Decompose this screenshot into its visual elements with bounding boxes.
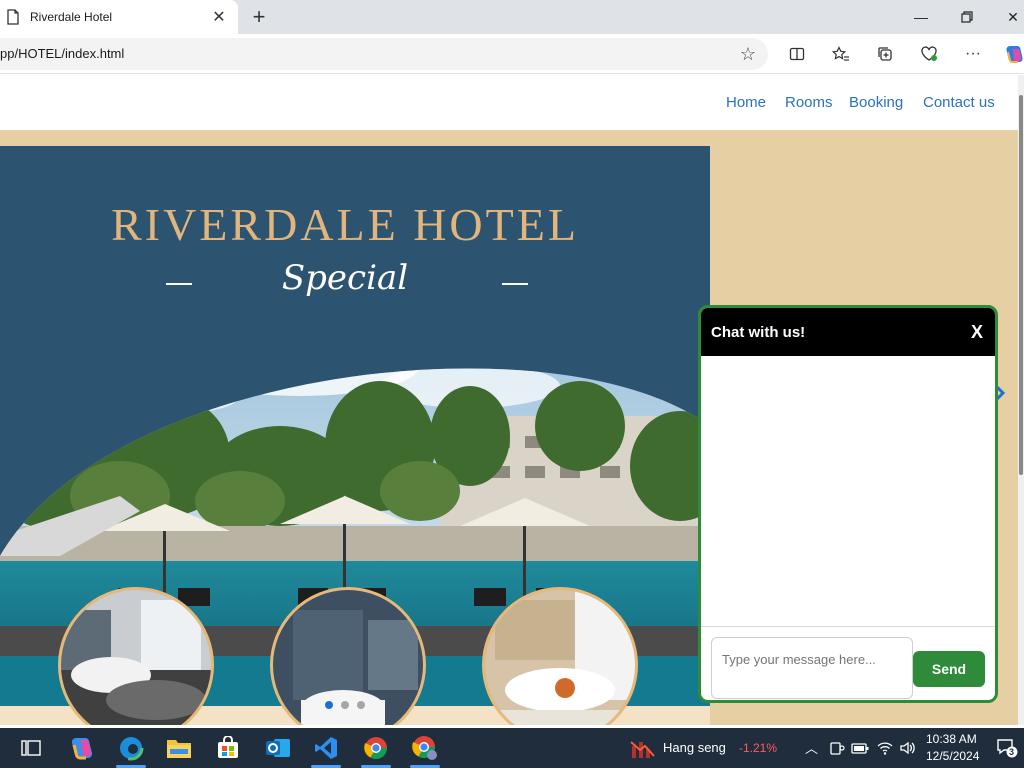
stock-name[interactable]: Hang seng: [663, 740, 726, 755]
device-icon[interactable]: [829, 740, 845, 756]
tab-title: Riverdale Hotel: [30, 10, 113, 24]
chrome-profile-icon[interactable]: [409, 732, 441, 764]
edge-taskbar-icon[interactable]: [115, 732, 147, 764]
volume-icon[interactable]: [899, 740, 917, 756]
chat-message-input[interactable]: [711, 637, 913, 699]
chat-header: Chat with us! X: [701, 308, 995, 356]
title-dash-right: [502, 283, 528, 285]
tab-close-icon[interactable]: ✕: [208, 6, 230, 28]
notification-count: 3: [1009, 747, 1015, 757]
more-icon[interactable]: ···: [959, 40, 987, 68]
carousel-dot-2[interactable]: [341, 701, 349, 709]
url-text: pp/HOTEL/index.html: [0, 46, 125, 61]
room-service-image: [485, 590, 635, 725]
file-explorer-icon[interactable]: [163, 732, 195, 764]
stock-change: -1.21%: [739, 741, 778, 755]
battery-icon[interactable]: [851, 741, 869, 755]
show-hidden-icons-icon[interactable]: ︿: [805, 738, 818, 757]
chat-messages: [701, 356, 995, 626]
address-bar[interactable]: pp/HOTEL/index.html ☆: [0, 38, 768, 70]
new-tab-button[interactable]: +: [246, 4, 272, 30]
windows-taskbar: [0, 728, 1024, 768]
carousel-dot-3[interactable]: [357, 701, 365, 709]
scrollbar-thumb[interactable]: [1019, 95, 1023, 475]
hero-subtitle: Special: [281, 258, 409, 298]
chat-title: Chat with us!: [711, 323, 806, 341]
nav-contact-link[interactable]: Contact us: [923, 94, 995, 111]
bedroom-image: [61, 590, 211, 725]
browser-tab[interactable]: Riverdale Hotel ✕: [0, 0, 238, 34]
browser-tab-bar: Riverdale Hotel ✕ + — ✕: [0, 0, 1024, 34]
carousel-indicators: [325, 701, 365, 709]
task-view-icon[interactable]: [15, 732, 47, 764]
nav-booking-link[interactable]: Booking: [849, 94, 903, 111]
system-clock[interactable]: 10:38 AM 12/5/2024: [926, 731, 979, 765]
chrome-icon[interactable]: [360, 732, 392, 764]
chat-close-button[interactable]: X: [971, 322, 983, 343]
chat-send-button[interactable]: Send: [913, 651, 985, 687]
restore-icon[interactable]: [944, 0, 990, 34]
page-icon: [7, 9, 19, 25]
hero-title: RIVERDALE HOTEL: [111, 199, 579, 250]
nav-rooms-link[interactable]: Rooms: [785, 94, 833, 111]
clock-time: 10:38 AM: [926, 732, 977, 746]
vscode-icon[interactable]: [310, 732, 342, 764]
copilot-taskbar-icon[interactable]: [66, 732, 98, 764]
site-navbar: Home Rooms Booking Contact us: [0, 75, 1018, 130]
website-viewport: Home Rooms Booking Contact us RIVERDALE …: [0, 75, 1018, 725]
wifi-icon[interactable]: [877, 740, 893, 756]
stock-chart-icon[interactable]: [630, 738, 656, 760]
browser-essentials-icon[interactable]: [915, 40, 943, 68]
chat-widget: Chat with us! X Send: [698, 305, 998, 703]
split-screen-icon[interactable]: [783, 40, 811, 68]
window-close-icon[interactable]: ✕: [990, 0, 1024, 34]
favorites-icon[interactable]: [827, 40, 855, 68]
chat-footer: Send: [701, 626, 995, 700]
notification-center-icon[interactable]: [996, 738, 1018, 758]
minimize-icon[interactable]: —: [898, 0, 944, 34]
nav-home-link[interactable]: Home: [726, 94, 766, 111]
microsoft-store-icon[interactable]: [212, 732, 244, 764]
copilot-icon[interactable]: [1000, 40, 1024, 68]
clock-date: 12/5/2024: [926, 749, 980, 763]
carousel-dot-1[interactable]: [325, 701, 333, 709]
favorite-star-icon[interactable]: ☆: [740, 44, 756, 65]
outlook-icon[interactable]: [262, 732, 294, 764]
page-scrollbar[interactable]: [1018, 75, 1024, 725]
collections-icon[interactable]: [871, 40, 899, 68]
